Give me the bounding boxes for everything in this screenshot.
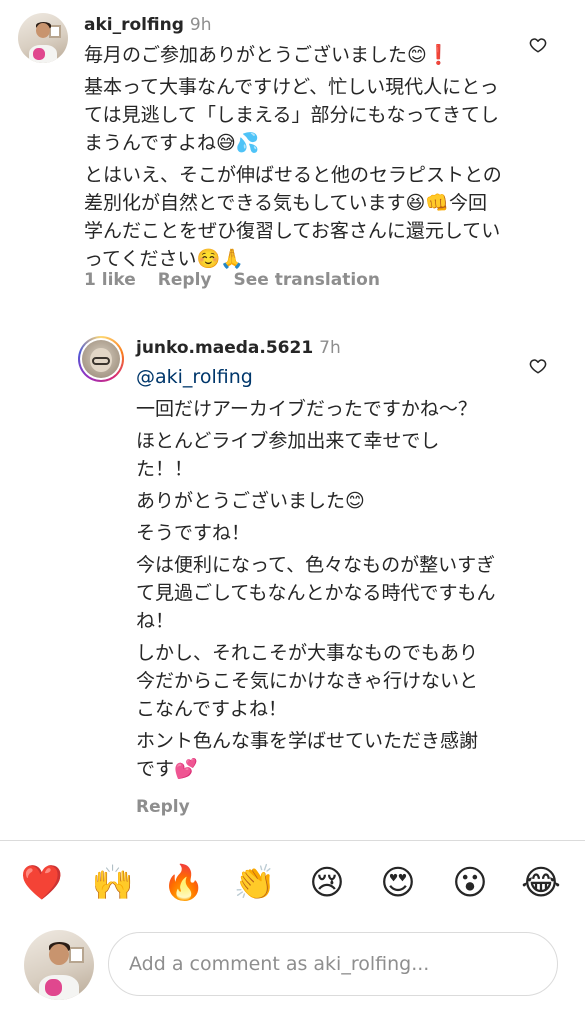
likes-count[interactable]: 1 like	[84, 270, 136, 290]
comment-paragraph: とはいえ、そこが伸ばせると他のセラピストとの差別化が自然とできる気もしています😆…	[84, 164, 502, 270]
reply-button[interactable]: Reply	[136, 797, 190, 817]
comment-body: 毎月のご参加ありがとうございました😊❗️ 基本って大事なんですけど、忙しい現代人…	[84, 41, 504, 277]
avatar-head	[36, 23, 50, 38]
comment-paragraph: 一回だけアーカイブだったですかね〜？	[136, 398, 477, 420]
mention-link[interactable]: @aki_rolfing	[136, 363, 496, 391]
comment-paragraph: ありがとうございました😊	[136, 490, 365, 512]
avatar-head	[49, 944, 69, 965]
comment-body: @aki_rolfing 一回だけアーカイブだったですかね〜？ ほとんどライブ参…	[136, 363, 496, 787]
emoji-heart-eyes-button[interactable]: 😍	[375, 860, 421, 906]
avatar[interactable]	[24, 930, 94, 1000]
emoji-crying-button[interactable]: 😢	[304, 860, 350, 906]
avatar[interactable]	[18, 13, 68, 63]
avatar-flowers	[33, 48, 45, 60]
comment-paragraph: 基本って大事なんですけど、忙しい現代人にとっては見逃して「しまえる」部分にもなっ…	[84, 76, 499, 154]
see-translation-button[interactable]: See translation	[233, 270, 379, 290]
reply-button[interactable]: Reply	[158, 270, 212, 290]
comment-paragraph: ほとんどライブ参加出来て幸せでした！！	[136, 430, 440, 480]
emoji-surprised-button[interactable]: 😮	[447, 860, 493, 906]
comment-composer: Add a comment as aki_rolfing...	[0, 920, 585, 1024]
username[interactable]: aki_rolfing	[84, 15, 184, 35]
divider	[0, 840, 585, 841]
comment-paragraph: そうですね！	[136, 522, 251, 544]
avatar-glasses	[91, 356, 111, 365]
comment-header: junko.maeda.5621 7h	[136, 337, 341, 359]
comment-paragraph: 今は便利になって、色々なものが整いすぎて見過ごしてもなんとかなる時代ですもんね！	[136, 554, 496, 632]
comment-actions: Reply	[136, 797, 212, 817]
emoji-clapping-button[interactable]: 👏	[232, 860, 278, 906]
username[interactable]: junko.maeda.5621	[136, 338, 313, 358]
comment-paragraph: 毎月のご参加ありがとうございました😊❗️	[84, 44, 451, 66]
quick-emoji-bar: ❤️ 🙌 🔥 👏 😢 😍 😮 😂	[0, 860, 585, 908]
heart-outline-icon[interactable]	[529, 36, 547, 54]
emoji-fire-button[interactable]: 🔥	[161, 860, 207, 906]
comment-paragraph: しかし、それこそが大事なものでもあり今だからこそ気にかけなきゃ行けないとこなんで…	[136, 642, 479, 720]
avatar-background-frame	[69, 946, 85, 964]
emoji-heart-button[interactable]: ❤️	[19, 860, 65, 906]
avatar-background-frame	[49, 25, 61, 38]
comment-input[interactable]: Add a comment as aki_rolfing...	[108, 932, 558, 996]
heart-outline-icon[interactable]	[529, 357, 547, 375]
avatar-flowers	[45, 979, 62, 996]
comment-header: aki_rolfing 9h	[84, 14, 211, 36]
comment-paragraph: ホント色んな事を学ばせていただき感謝です💕	[136, 730, 479, 780]
timestamp: 9h	[189, 15, 212, 35]
emoji-raised-hands-button[interactable]: 🙌	[90, 860, 136, 906]
comment-actions: 1 like Reply See translation	[84, 270, 402, 290]
avatar	[82, 340, 120, 378]
story-ring[interactable]	[78, 336, 124, 382]
emoji-tears-of-joy-button[interactable]: 😂	[518, 860, 564, 906]
timestamp: 7h	[319, 338, 341, 358]
